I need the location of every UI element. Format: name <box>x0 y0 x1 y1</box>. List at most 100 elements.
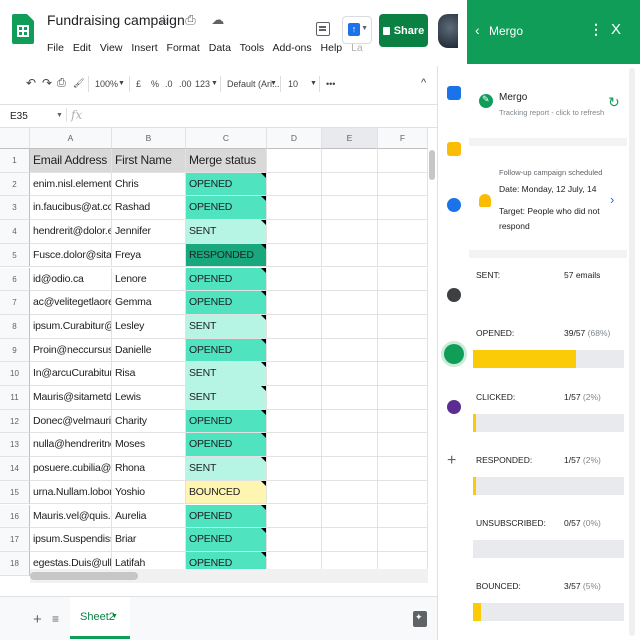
merge-status-cell[interactable]: OPENED <box>186 409 267 434</box>
grid-cell[interactable] <box>322 386 378 410</box>
menu-data[interactable]: Data <box>209 42 231 54</box>
grid-cell[interactable] <box>267 243 322 268</box>
name-cell[interactable]: Jennifer <box>112 220 186 244</box>
column-header-e[interactable]: E <box>322 128 378 149</box>
name-cell[interactable]: Aurelia <box>112 504 186 529</box>
merge-status-cell[interactable]: SENT <box>186 362 267 386</box>
grid-cell[interactable] <box>378 149 428 173</box>
header-cell-merge-status[interactable]: Merge status <box>186 149 267 173</box>
row-header[interactable]: 6 <box>0 267 30 292</box>
grid-cell[interactable] <box>322 196 378 221</box>
grid-cell[interactable] <box>378 172 428 197</box>
grid-cell[interactable] <box>378 220 428 244</box>
name-cell[interactable]: Lewis <box>112 386 186 410</box>
merge-status-cell[interactable]: OPENED <box>186 528 267 552</box>
grid-cell[interactable] <box>267 362 322 386</box>
grid-cell[interactable] <box>322 267 378 292</box>
horizontal-scrollbar[interactable] <box>30 569 428 583</box>
grid-cell[interactable] <box>378 362 428 386</box>
more-options-icon[interactable]: ⋮ <box>589 21 603 38</box>
grid-cell[interactable] <box>322 314 378 339</box>
row-header[interactable]: 16 <box>0 504 30 529</box>
email-cell[interactable]: ipsum.Curabitur@dolo <box>30 314 112 339</box>
scrollbar-thumb[interactable] <box>30 572 138 580</box>
grid-cell[interactable] <box>378 504 428 529</box>
chevron-down-icon[interactable]: ▼ <box>111 613 118 620</box>
vertical-scrollbar[interactable] <box>428 150 436 560</box>
grid-cell[interactable] <box>267 409 322 434</box>
name-cell[interactable]: Moses <box>112 433 186 458</box>
email-cell[interactable]: Mauris.vel@quis.ca <box>30 504 112 529</box>
grid-cell[interactable] <box>322 149 378 173</box>
merge-status-cell[interactable]: BOUNCED <box>186 480 267 505</box>
panel-scrollbar[interactable] <box>629 68 635 636</box>
more-toolbar-button[interactable]: ••• <box>326 79 335 89</box>
cell-reference[interactable]: E35 <box>10 111 28 122</box>
all-sheets-button[interactable]: ≡ <box>52 612 59 626</box>
tasks-icon[interactable] <box>447 198 461 212</box>
grid-cell[interactable] <box>378 457 428 481</box>
menu-file[interactable]: File <box>47 42 64 54</box>
name-cell[interactable]: Rashad <box>112 196 186 221</box>
tab-sheet2[interactable]: Sheet2 <box>70 597 130 639</box>
grid-cell[interactable] <box>267 267 322 292</box>
row-header[interactable]: 12 <box>0 409 30 434</box>
row-header[interactable]: 8 <box>0 314 30 339</box>
grid-cell[interactable] <box>322 528 378 552</box>
add-sheet-button[interactable]: + <box>33 611 42 628</box>
name-cell[interactable]: Danielle <box>112 338 186 363</box>
email-cell[interactable]: urna.Nullam.lobortis@ <box>30 480 112 505</box>
menu-view[interactable]: View <box>100 42 123 54</box>
grid-cell[interactable] <box>267 149 322 173</box>
email-cell[interactable]: Fusce.dolor@sitamet. <box>30 243 112 268</box>
merge-status-cell[interactable]: OPENED <box>186 338 267 363</box>
explore-icon[interactable] <box>413 611 427 627</box>
merge-status-cell[interactable]: SENT <box>186 220 267 244</box>
merge-status-cell[interactable]: SENT <box>186 314 267 339</box>
email-cell[interactable]: ac@velitegetlaoreet.c <box>30 291 112 315</box>
grid-cell[interactable] <box>378 314 428 339</box>
menu-addons[interactable]: Add-ons <box>273 42 312 54</box>
grid-cell[interactable] <box>267 314 322 339</box>
grid-cell[interactable] <box>378 480 428 505</box>
percent-format-button[interactable]: % <box>151 79 159 89</box>
menu-help[interactable]: Help <box>321 42 343 54</box>
row-header[interactable]: 13 <box>0 433 30 458</box>
email-cell[interactable]: Proin@neccursus.com <box>30 338 112 363</box>
calendar-icon[interactable] <box>447 86 461 100</box>
grid-cell[interactable] <box>322 362 378 386</box>
select-all-corner[interactable] <box>0 128 30 149</box>
email-cell[interactable]: id@odio.ca <box>30 267 112 292</box>
get-addons-button[interactable]: + <box>447 452 456 470</box>
paint-format-icon[interactable]: 🖌 <box>73 78 84 89</box>
more-formats-button[interactable]: 123 <box>195 79 210 89</box>
email-cell[interactable]: nulla@hendreritnequ <box>30 433 112 458</box>
email-cell[interactable]: Mauris@sitametdiam <box>30 386 112 410</box>
row-header[interactable]: 17 <box>0 528 30 552</box>
grid-cell[interactable] <box>378 267 428 292</box>
increase-decimal-button[interactable]: .00 <box>179 79 192 89</box>
grid-cell[interactable] <box>267 386 322 410</box>
grid-cell[interactable] <box>378 433 428 458</box>
grid-cell[interactable] <box>322 504 378 529</box>
back-icon[interactable]: ‹ <box>475 22 480 38</box>
row-header[interactable]: 4 <box>0 220 30 244</box>
merge-status-cell[interactable]: SENT <box>186 457 267 481</box>
comment-history-icon[interactable] <box>316 22 330 36</box>
avatar[interactable] <box>438 14 458 48</box>
row-header[interactable]: 11 <box>0 386 30 410</box>
grid-cell[interactable] <box>267 528 322 552</box>
email-cell[interactable]: Donec@velmauris.edu <box>30 409 112 434</box>
row-header[interactable]: 15 <box>0 480 30 505</box>
grid-cell[interactable] <box>322 433 378 458</box>
name-cell[interactable]: Charity <box>112 409 186 434</box>
menu-insert[interactable]: Insert <box>131 42 157 54</box>
font-size-select[interactable]: 10 <box>288 79 298 89</box>
row-header[interactable]: 9 <box>0 338 30 363</box>
star-move-cloud-icons[interactable]: ☆ ⎙ ☁ <box>158 12 230 28</box>
grid-cell[interactable] <box>322 338 378 363</box>
menu-edit[interactable]: Edit <box>73 42 91 54</box>
name-cell[interactable]: Gemma <box>112 291 186 315</box>
grid-cell[interactable] <box>378 196 428 221</box>
grid-cell[interactable] <box>267 196 322 221</box>
